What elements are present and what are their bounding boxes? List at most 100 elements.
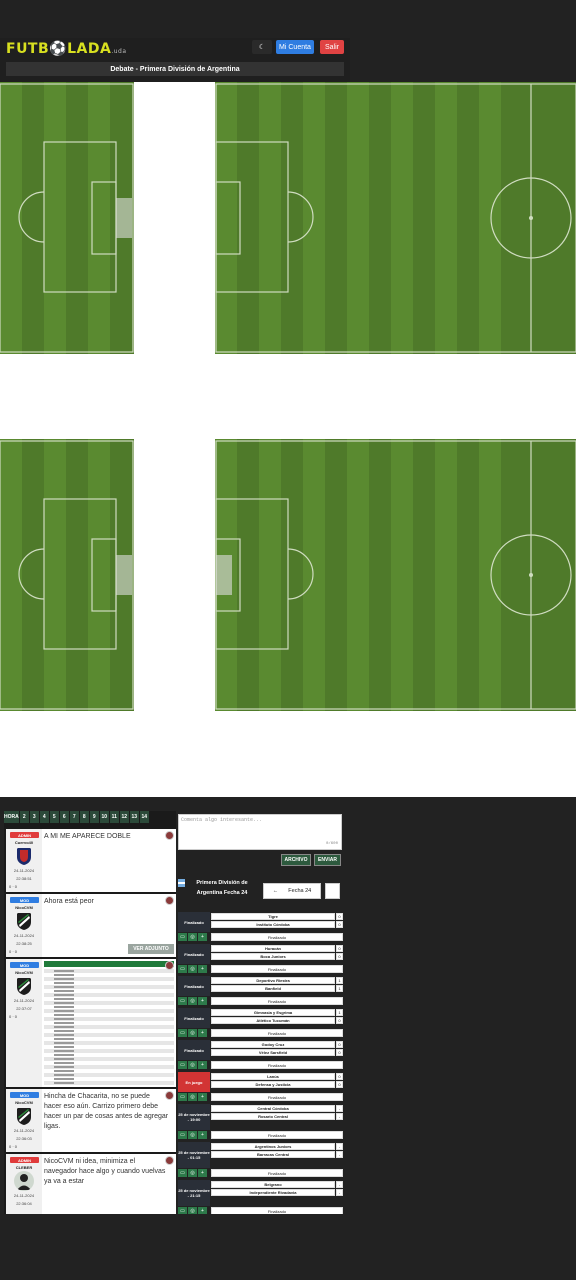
delete-icon[interactable] — [165, 1156, 174, 1165]
browser-top-bar — [0, 0, 576, 38]
match-status: 25 de noviembre - 21:15 — [178, 1180, 210, 1206]
home-team: Tigre — [211, 913, 335, 920]
page-button[interactable]: 10 — [99, 811, 109, 823]
match-final-label: Finalizado — [211, 933, 343, 941]
page-button[interactable]: 11 — [109, 811, 119, 823]
home-team: Gimnasia y Esgrima — [211, 1009, 335, 1016]
username[interactable]: NicoCVM — [6, 905, 42, 910]
add-icon[interactable]: + — [198, 1029, 207, 1037]
tv-icon[interactable]: ▭ — [178, 997, 187, 1005]
vote-controls[interactable]: 0 · 0 — [9, 1014, 17, 1019]
username[interactable]: Cuervo40 — [6, 840, 42, 845]
add-icon[interactable]: + — [198, 1131, 207, 1139]
tv-icon[interactable]: ▭ — [178, 965, 187, 973]
stats-icon[interactable]: ◎ — [188, 1131, 197, 1139]
post-user: MOD NicoCVM 24-11-2024 22:37:07 0 · 0 — [6, 959, 42, 1087]
tv-icon[interactable]: ▭ — [178, 1093, 187, 1101]
username[interactable]: NicoCVM — [6, 970, 42, 975]
comment-input[interactable]: Comenta algo interesante... 0/600 — [178, 814, 342, 850]
username[interactable]: CLEBER — [6, 1165, 42, 1170]
vote-controls[interactable]: 0 · 0 — [9, 884, 17, 889]
page-button[interactable]: 13 — [129, 811, 139, 823]
delete-icon[interactable] — [165, 1091, 174, 1100]
tv-icon[interactable]: ▭ — [178, 1207, 187, 1214]
page-button[interactable]: 3 — [29, 811, 39, 823]
post-time: 22:38:25 — [16, 941, 32, 946]
page-button[interactable]: 4 — [39, 811, 49, 823]
tv-icon[interactable]: ▭ — [178, 1169, 187, 1177]
away-score: - — [336, 1189, 343, 1196]
add-icon[interactable]: + — [198, 965, 207, 973]
match-final-label: Finalizado — [211, 1169, 343, 1177]
page-button[interactable]: 14 — [139, 811, 149, 823]
tv-icon[interactable]: ▭ — [178, 1029, 187, 1037]
username[interactable]: NicoCVM — [6, 1100, 42, 1105]
away-score: 0 — [336, 1049, 343, 1056]
page-button[interactable]: 8 — [79, 811, 89, 823]
add-icon[interactable]: + — [198, 997, 207, 1005]
page-button[interactable]: 5 — [49, 811, 59, 823]
match-final-label: Finalizado — [211, 1131, 343, 1139]
match-status: Finalizado — [178, 912, 210, 932]
stats-icon[interactable]: ◎ — [188, 933, 197, 941]
site-header: FUTB⚽LADA.uda ☾ Mi Cuenta Salir Debate -… — [0, 38, 350, 82]
post-time: 22:37:07 — [16, 1006, 32, 1011]
logout-button[interactable]: Salir — [320, 40, 344, 54]
ball-icon: ⚽ — [49, 41, 68, 57]
vote-controls[interactable]: 0 · 0 — [9, 949, 17, 954]
post-item: MOD NicoCVM 24-11-2024 22:37:07 0 · 0 — [6, 959, 176, 1087]
page-button[interactable]: 12 — [119, 811, 129, 823]
page-button[interactable]: 7 — [69, 811, 79, 823]
add-icon[interactable]: + — [198, 933, 207, 941]
tv-icon[interactable]: ▭ — [178, 1061, 187, 1069]
away-team: Barracas Central — [211, 1151, 335, 1158]
page-button[interactable]: 6 — [59, 811, 69, 823]
match-final-label: Finalizado — [211, 1029, 343, 1037]
stats-icon[interactable]: ◎ — [188, 1093, 197, 1101]
stats-icon[interactable]: ◎ — [188, 1207, 197, 1214]
away-team: Banfield — [211, 985, 335, 992]
add-icon[interactable]: + — [198, 1061, 207, 1069]
home-score: 0 — [336, 1073, 343, 1080]
stats-icon[interactable]: ◎ — [188, 997, 197, 1005]
delete-icon[interactable] — [165, 896, 174, 905]
stats-icon[interactable]: ◎ — [188, 1061, 197, 1069]
view-attachment-button[interactable]: VER ADJUNTO — [128, 944, 174, 954]
home-score: 1 — [336, 977, 343, 984]
post-date: 24-11-2024 — [13, 933, 35, 938]
stats-icon[interactable]: ◎ — [188, 1169, 197, 1177]
away-team: Boca Juniors — [211, 953, 335, 960]
match-status: Finalizado — [178, 976, 210, 996]
stats-icon[interactable]: ◎ — [188, 965, 197, 973]
calendar-icon[interactable] — [325, 883, 340, 899]
tv-icon[interactable]: ▭ — [178, 933, 187, 941]
away-team: Atlético Tucumán — [211, 1017, 335, 1024]
add-icon[interactable]: + — [198, 1169, 207, 1177]
my-account-button[interactable]: Mi Cuenta — [276, 40, 314, 54]
stats-icon[interactable]: ◎ — [188, 1029, 197, 1037]
add-icon[interactable]: + — [198, 1207, 207, 1214]
attached-standings-image[interactable] — [44, 961, 174, 1085]
away-team: Vélez Sarsfield — [211, 1049, 335, 1056]
match-final-label: Finalizado — [211, 1093, 343, 1101]
add-icon[interactable]: + — [198, 1093, 207, 1101]
delete-icon[interactable] — [165, 961, 174, 970]
home-score: 0 — [336, 945, 343, 952]
post-date: 24-11-2024 — [13, 868, 35, 873]
away-score: 0 — [336, 953, 343, 960]
vote-controls[interactable]: 0 · 0 — [9, 1144, 17, 1149]
send-button[interactable]: ENVIAR — [314, 854, 341, 866]
archive-button[interactable]: ARCHIVO — [281, 854, 311, 866]
tv-icon[interactable]: ▭ — [178, 1131, 187, 1139]
field-banner-area — [0, 82, 576, 797]
round-selector[interactable]: ← Fecha 24 — [263, 883, 321, 899]
post-item: MOD NicoCVM 24-11-2024 22:36:03 0 · 0 Hi… — [6, 1089, 176, 1152]
site-logo[interactable]: FUTB⚽LADA.uda — [6, 41, 127, 57]
page-button[interactable]: 9 — [89, 811, 99, 823]
page-button[interactable]: HORA — [4, 811, 19, 823]
dark-mode-toggle[interactable]: ☾ — [252, 40, 272, 54]
post-user: MOD NicoCVM 24-11-2024 22:38:25 0 · 0 — [6, 894, 42, 957]
delete-icon[interactable] — [165, 831, 174, 840]
page-button[interactable]: 2 — [19, 811, 29, 823]
arrow-left-icon[interactable]: ← — [273, 888, 279, 894]
